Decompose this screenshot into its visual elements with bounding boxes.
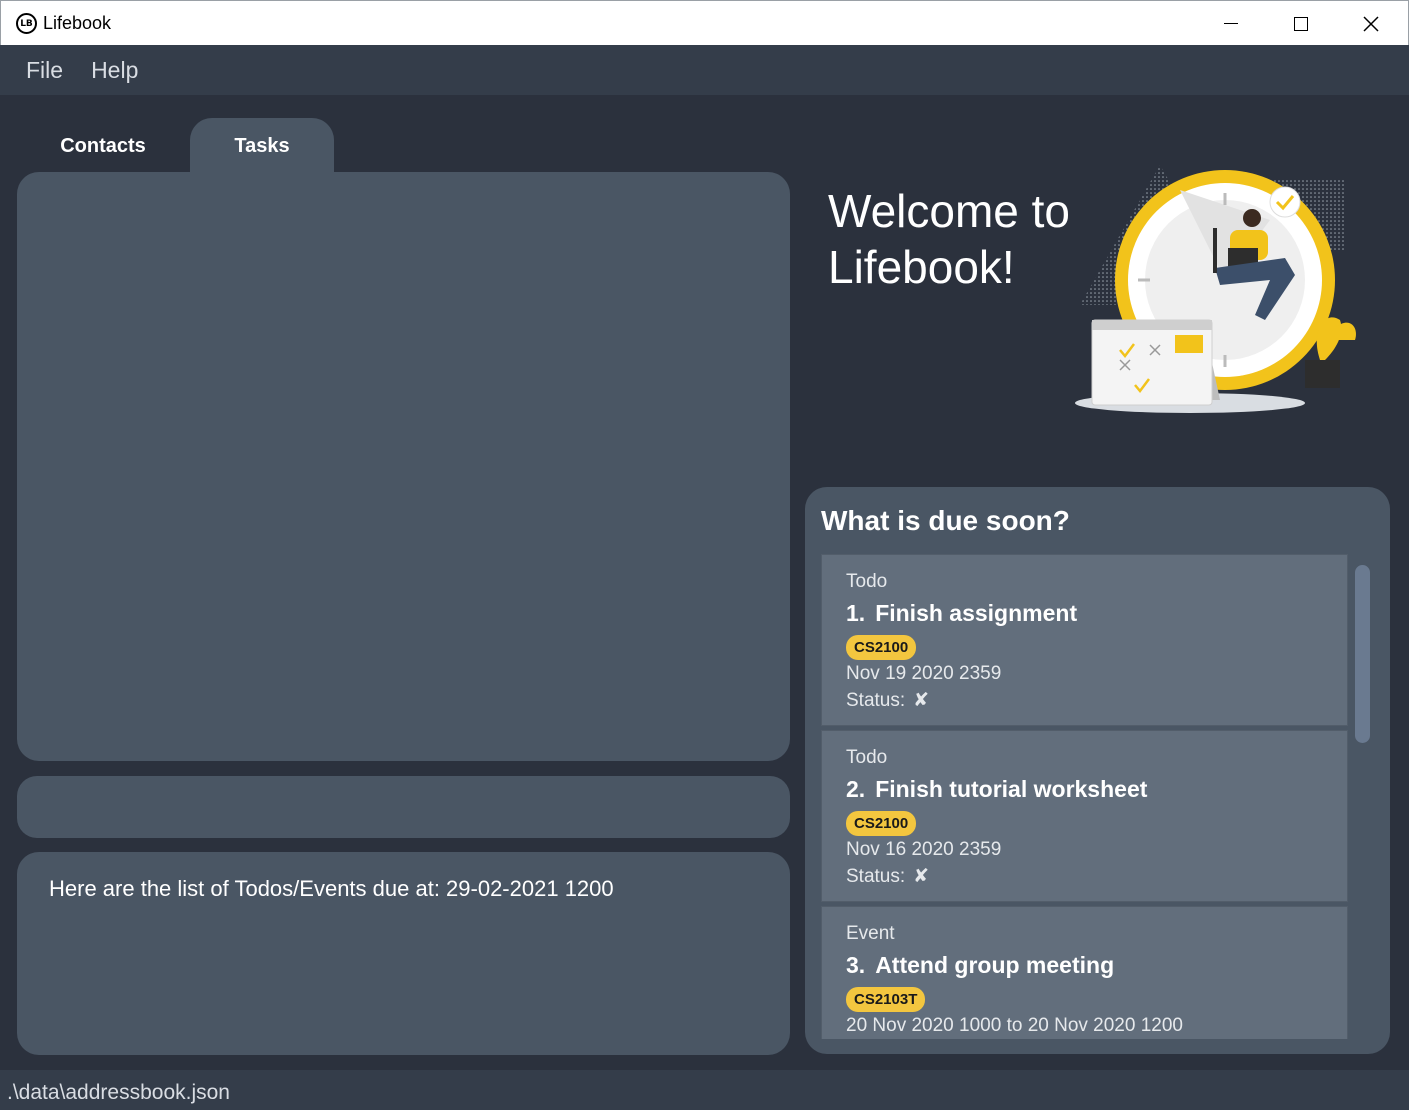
status-label: Status:	[846, 866, 906, 887]
window-titlebar: LB Lifebook	[0, 0, 1409, 45]
item-tag: CS2103T	[846, 987, 926, 1012]
item-title: Finish assignment	[875, 600, 1078, 626]
minimize-icon	[1224, 23, 1238, 24]
welcome-line-1: Welcome to	[828, 185, 1071, 237]
due-list-scrollbar[interactable]	[1355, 565, 1370, 743]
item-type: Event	[846, 923, 895, 944]
item-index: 1.	[846, 600, 866, 626]
item-date: 20 Nov 2020 1000 to 20 Nov 2020 1200	[846, 1015, 1183, 1036]
item-date: Nov 19 2020 2359	[846, 663, 1002, 684]
close-icon	[1363, 15, 1379, 32]
tab-tasks[interactable]: Tasks	[190, 118, 334, 174]
item-title: Attend group meeting	[875, 952, 1115, 978]
item-name: 2. Finish tutorial worksheet	[846, 776, 1147, 803]
item-index: 2.	[846, 776, 866, 802]
welcome-line-2: Lifebook!	[828, 241, 1015, 293]
item-type: Todo	[846, 747, 888, 768]
close-button[interactable]	[1336, 1, 1406, 46]
maximize-icon	[1294, 16, 1308, 31]
status-bar: .\data\addressbook.json	[0, 1070, 1409, 1110]
cross-icon: ✘	[913, 690, 930, 711]
task-list-panel	[17, 172, 790, 761]
item-tag: CS2100	[846, 811, 917, 836]
minimize-button[interactable]	[1196, 1, 1266, 46]
item-status: Status: ✘	[846, 865, 929, 888]
result-display: Here are the list of Todos/Events due at…	[17, 852, 790, 1055]
cross-icon: ✘	[913, 866, 930, 887]
item-type: Todo	[846, 571, 888, 592]
welcome-heading: Welcome to Lifebook!	[828, 183, 1108, 295]
item-title: Finish tutorial worksheet	[875, 776, 1148, 802]
save-location-path: .\data\addressbook.json	[7, 1081, 230, 1104]
status-label: Status:	[846, 690, 906, 711]
maximize-button[interactable]	[1266, 1, 1336, 46]
item-index: 3.	[846, 952, 866, 978]
item-name: 3. Attend group meeting	[846, 952, 1114, 979]
app-logo-icon: LB	[16, 13, 37, 34]
item-name: 1. Finish assignment	[846, 600, 1077, 627]
tab-contacts[interactable]: Contacts	[31, 118, 175, 174]
due-item-card[interactable]: Todo 1. Finish assignment CS2100 Nov 19 2…	[821, 554, 1348, 726]
item-date: Nov 16 2020 2359	[846, 839, 1002, 860]
item-tag: CS2100	[846, 635, 917, 660]
due-soon-title: What is due soon?	[821, 505, 1070, 536]
command-input[interactable]	[17, 776, 790, 838]
menu-file[interactable]: File	[26, 57, 65, 84]
menu-bar: File Help	[0, 45, 1409, 95]
result-message: Here are the list of Todos/Events due at…	[49, 876, 614, 901]
clock-calendar-illustration	[1075, 165, 1356, 413]
due-soon-list[interactable]: Todo 1. Finish assignment CS2100 Nov 19 2…	[821, 554, 1348, 1039]
item-status: Status: ✘	[846, 689, 929, 712]
due-item-card[interactable]: Event 3. Attend group meeting CS2103T 20 …	[821, 906, 1348, 1039]
due-item-card[interactable]: Todo 2. Finish tutorial worksheet CS2100 …	[821, 730, 1348, 902]
menu-help[interactable]: Help	[91, 57, 140, 84]
window-title: Lifebook	[43, 13, 112, 33]
due-soon-panel: What is due soon? Todo 1. Finish assignme…	[805, 487, 1390, 1054]
